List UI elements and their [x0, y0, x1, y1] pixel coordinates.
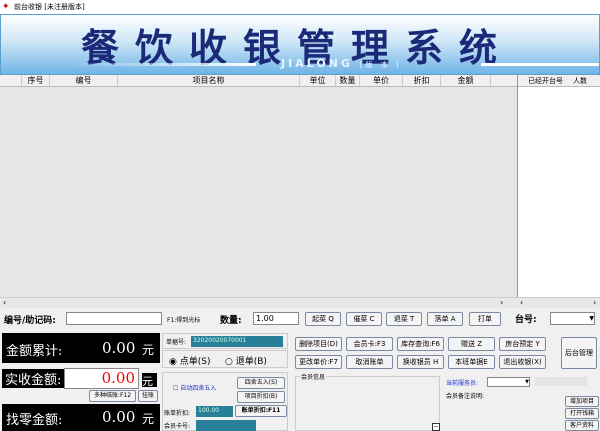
member-info-group: 会员信息 −	[295, 372, 440, 431]
exit-cashier-button[interactable]: 退出收银(X)	[499, 355, 546, 369]
stock-query-button[interactable]: 库存查询:F6	[397, 337, 444, 351]
switch-cashier-button[interactable]: 换收银员 H	[397, 355, 444, 369]
col-seq[interactable]: 序号	[22, 75, 50, 86]
change-label: 找零金额:	[6, 413, 63, 428]
waiter-select[interactable]: ▼	[487, 377, 530, 387]
member-info-label: 会员信息	[300, 372, 327, 381]
radio-order[interactable]: ◉ 点单(S)	[169, 354, 210, 367]
gift-button[interactable]: 赠送 Z	[448, 337, 495, 351]
collapse-icon[interactable]: −	[432, 423, 440, 431]
brand: JIALONG	[281, 57, 353, 70]
member-note-label: 会员备注说明:	[446, 393, 485, 400]
backend-button[interactable]: 后台管理	[561, 337, 597, 369]
col-people[interactable]: 人数	[573, 75, 587, 86]
sum-value: 0.00	[102, 339, 136, 357]
place-order-button[interactable]: 落单 A	[427, 312, 463, 326]
sum-label: 金额累计:	[6, 344, 63, 359]
bill-discount-input[interactable]: 100.00	[196, 406, 233, 417]
member-card-input[interactable]	[196, 420, 256, 431]
col-qty[interactable]: 数量	[336, 75, 360, 86]
auto-round-checkbox[interactable]: ☐ 自动四舍五入	[173, 383, 216, 392]
col-name[interactable]: 项目名称	[118, 75, 300, 86]
bill-no-group: 单据号: 32020020070001	[162, 333, 288, 349]
mode-group: ◉ 点单(S) ○ 退单(B)	[162, 350, 288, 368]
banner-subtitle: JIALONG [版 本 ]	[281, 57, 402, 70]
cancel-bill-button[interactable]: 取消账单	[346, 355, 393, 369]
col-table-no[interactable]: 已经开台号	[518, 75, 573, 86]
paid-label: 实收金额:	[2, 369, 64, 388]
col-unit[interactable]: 单位	[300, 75, 336, 86]
member-card-button[interactable]: 会员卡:F3	[346, 337, 393, 351]
delete-item-button[interactable]: 删除项目(D)	[295, 337, 342, 351]
radio-return[interactable]: ○ 退单(B)	[225, 354, 267, 367]
col-discount[interactable]: 折扣	[403, 75, 441, 86]
unit: 元	[142, 373, 157, 388]
window-title: 前台收银 [未注册版本]	[14, 3, 85, 11]
banner-line	[481, 63, 599, 66]
table-select[interactable]: ▼	[550, 312, 595, 325]
radio-order-label: 点单(S)	[179, 357, 211, 367]
hurry-button[interactable]: 催菜 C	[346, 312, 382, 326]
open-drawer-button[interactable]: 打开钱箱	[565, 408, 599, 419]
round-button[interactable]: 四舍五入(S)	[237, 377, 285, 389]
table-label: 台号:	[515, 315, 537, 325]
code-input[interactable]	[66, 312, 162, 325]
col-price[interactable]: 单价	[360, 75, 403, 86]
bill-discount-button[interactable]: 账单折扣:F11	[235, 405, 287, 417]
horizontal-scrollbar[interactable]: ‹ › ‹ ›	[0, 297, 600, 308]
item-discount-button[interactable]: 项目折扣(B)	[237, 391, 285, 403]
unit: 元	[142, 343, 155, 357]
title-bar: ✦ 前台收银 [未注册版本]	[0, 0, 600, 14]
member-card-label: 会员卡号:	[164, 423, 191, 430]
reserve-button[interactable]: 房台预定 Y	[499, 337, 546, 351]
auto-round-label: 自动四舍五入	[180, 385, 217, 392]
banner-line	[71, 63, 256, 66]
col-amount[interactable]: 金额	[441, 75, 491, 86]
add-item-button[interactable]: 增加项目	[565, 396, 599, 407]
bill-no-value: 32020020070001	[191, 336, 283, 347]
return-dish-button[interactable]: 退菜 T	[386, 312, 422, 326]
banner: 餐饮收银管理系统 JIALONG [版 本 ]	[0, 14, 600, 75]
unit: 元	[142, 412, 155, 426]
hint: F1:得到光标	[167, 317, 201, 324]
version: [版 本 ]	[359, 61, 402, 69]
qty-input[interactable]: 1.00	[253, 312, 299, 325]
order-table[interactable]	[0, 87, 517, 297]
bill-no-label: 单据号:	[166, 339, 187, 346]
open-tables-list[interactable]: 已经开台号 人数	[517, 75, 600, 297]
qty-label: 数量:	[220, 316, 242, 326]
serve-button[interactable]: 起菜 Q	[305, 312, 341, 326]
code-label: 编号/助记码:	[4, 316, 56, 326]
multi-pay-button[interactable]: 多种结账:F12	[89, 390, 136, 402]
credit-button[interactable]: 挂账	[138, 390, 158, 402]
chevron-down-icon: ▼	[589, 315, 594, 322]
chevron-down-icon: ▼	[525, 379, 529, 385]
app-icon: ✦	[2, 2, 10, 12]
change-price-button[interactable]: 更改单价:F7	[295, 355, 342, 369]
change-value: 0.00	[102, 408, 136, 426]
col-code[interactable]: 编号	[50, 75, 118, 86]
waiter-display	[535, 377, 587, 386]
customer-info-button[interactable]: 客户资料	[565, 420, 599, 431]
col-blank	[0, 75, 22, 86]
shift-bills-button[interactable]: 本班单据E	[448, 355, 495, 369]
discount-group: ☐ 自动四舍五入 四舍五入(S) 项目折扣(B) 账单折扣: 100.00 账单…	[162, 372, 288, 431]
print-button[interactable]: 打单	[469, 312, 501, 326]
bill-discount-label: 账单折扣:	[164, 410, 191, 417]
table-header: 序号 编号 项目名称 单位 数量 单价 折扣 金额	[0, 75, 517, 87]
paid-input[interactable]: 0.00	[64, 368, 139, 389]
sum-panel: 金额累计: 0.00 元	[2, 333, 160, 363]
change-panel: 找零金额: 0.00 元	[2, 404, 160, 431]
radio-return-label: 退单(B)	[235, 357, 267, 367]
waiter-label: 当前服务员:	[446, 380, 479, 387]
